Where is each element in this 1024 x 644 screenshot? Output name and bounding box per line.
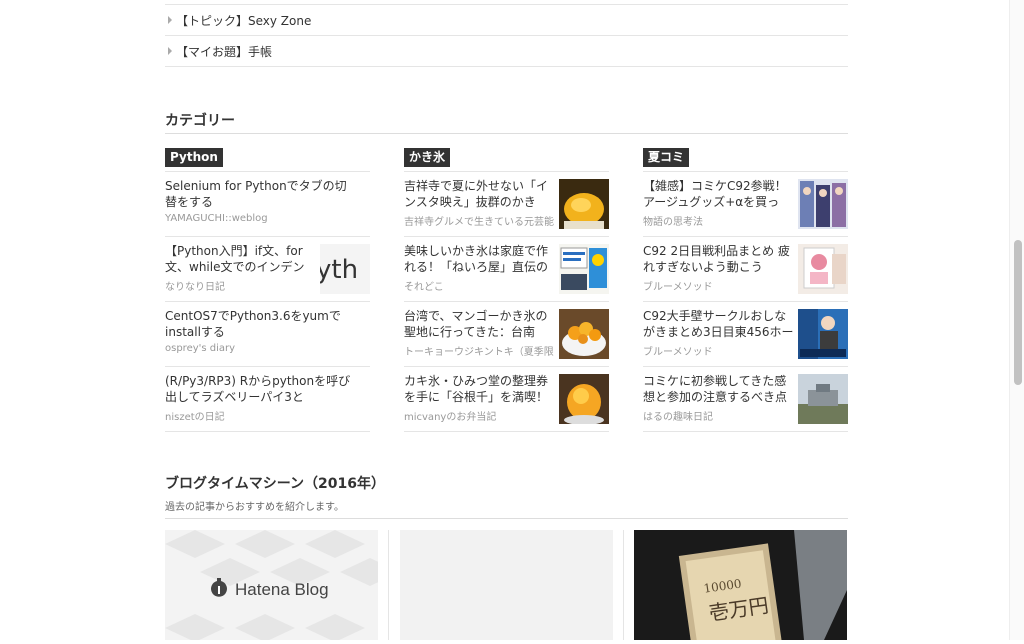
entry-item[interactable]: 吉祥寺で夏に外せない「インスタ映え」抜群のかき 吉祥寺グルメで生きている元芸能: [404, 172, 609, 237]
entry-title[interactable]: 台湾で、マンゴーかき氷の聖地に行ってきた：台南: [404, 308, 556, 340]
category-column-natsukomi: 夏コミ 【雑感】コミケC92参戦！アージュグッズ+αを買っ 物語の思考法 C92…: [643, 146, 848, 432]
entry-item[interactable]: (R/Py3/RP3) Rからpythonを呼び出してラズベリーパイ3とRain…: [165, 367, 370, 432]
entry-thumbnail[interactable]: yth: [320, 244, 370, 294]
divider: [165, 133, 848, 134]
blogtime-card[interactable]: Hatena Blog: [165, 530, 400, 642]
entry-item[interactable]: 【Python入門】if文、for文、while文でのインデン なりなり日記 y…: [165, 237, 370, 302]
topic-label[interactable]: 【マイお題】手帳: [176, 43, 272, 60]
entry-title[interactable]: C92大手壁サークルおしながきまとめ3日目東456ホー: [643, 308, 795, 340]
entry-site[interactable]: はるの趣味日記: [643, 408, 795, 423]
entry-site[interactable]: ブルーメソッド: [643, 343, 795, 358]
entry-thumbnail[interactable]: [559, 179, 609, 229]
entry-item[interactable]: CentOS7でPython3.6をyumでinstallする osprey's…: [165, 302, 370, 367]
topic-list: 【トピック】Sexy Zone 【マイお題】手帳: [165, 4, 848, 67]
entry-title[interactable]: カキ氷・ひみつ堂の整理券を手に「谷根千」を満喫！: [404, 373, 556, 405]
entry-title[interactable]: 吉祥寺で夏に外せない「インスタ映え」抜群のかき: [404, 178, 556, 210]
entry-site[interactable]: 吉祥寺グルメで生きている元芸能: [404, 213, 556, 228]
topic-label[interactable]: 【トピック】Sexy Zone: [176, 12, 311, 29]
category-label[interactable]: Python: [165, 148, 223, 167]
entry-thumbnail[interactable]: [798, 309, 848, 359]
entry-title[interactable]: CentOS7でPython3.6をyumでinstallする: [165, 308, 355, 340]
topic-item[interactable]: 【マイお題】手帳: [165, 36, 848, 67]
entry-site[interactable]: トーキョーウジキントキ（夏季限: [404, 343, 556, 358]
entry-site[interactable]: ブルーメソッド: [643, 278, 795, 293]
blogtime-card[interactable]: [400, 530, 613, 640]
entry-title[interactable]: 【Python入門】if文、for文、while文でのインデン: [165, 243, 317, 275]
scrollbar[interactable]: [1009, 0, 1024, 640]
entry-title[interactable]: Selenium for Pythonでタブの切替をする: [165, 178, 355, 210]
entry-thumbnail[interactable]: [559, 374, 609, 424]
category-label[interactable]: かき氷: [404, 148, 451, 167]
entry-thumbnail[interactable]: [559, 309, 609, 359]
triangle-right-icon: [168, 47, 172, 55]
entry-thumbnail[interactable]: [798, 179, 848, 229]
entry-item[interactable]: Selenium for Pythonでタブの切替をする YAMAGUCHI::…: [165, 172, 370, 237]
entry-title[interactable]: 美味しいかき氷は家庭で作れる！「ねいろ屋」直伝の: [404, 243, 556, 275]
entry-item[interactable]: コミケに初参戦してきた感想と参加の注意するべき点 はるの趣味日記: [643, 367, 848, 432]
entry-item[interactable]: カキ氷・ひみつ堂の整理券を手に「谷根千」を満喫！ micvanyのお弁当記: [404, 367, 609, 432]
divider: [165, 518, 848, 519]
entry-thumbnail[interactable]: [559, 244, 609, 294]
blogtime-description: 過去の記事からおすすめを紹介します。: [165, 502, 344, 513]
category-column-kakigori: かき氷 吉祥寺で夏に外せない「インスタ映え」抜群のかき 吉祥寺グルメで生きている…: [404, 146, 609, 432]
entry-title[interactable]: 【雑感】コミケC92参戦！アージュグッズ+αを買っ: [643, 178, 795, 210]
entry-item[interactable]: 台湾で、マンゴーかき氷の聖地に行ってきた：台南 トーキョーウジキントキ（夏季限: [404, 302, 609, 367]
entry-site[interactable]: 物語の思考法: [643, 213, 795, 228]
entry-item[interactable]: C92 2日目戦利品まとめ 疲れすぎないよう動こう ブルーメソッド: [643, 237, 848, 302]
entry-site[interactable]: osprey's diary: [165, 343, 355, 354]
card-logo-text: Hatena Blog: [235, 580, 329, 599]
category-column-python: Python Selenium for Pythonでタブの切替をする YAMA…: [165, 146, 370, 432]
topic-item[interactable]: 【トピック】Sexy Zone: [165, 5, 848, 36]
entry-site[interactable]: YAMAGUCHI::weblog: [165, 213, 355, 224]
entry-title[interactable]: C92 2日目戦利品まとめ 疲れすぎないよう動こう: [643, 243, 795, 275]
entry-site[interactable]: niszetの日記: [165, 408, 355, 423]
entry-title[interactable]: (R/Py3/RP3) Rからpythonを呼び出してラズベリーパイ3とRain…: [165, 373, 355, 405]
entry-thumbnail[interactable]: [798, 374, 848, 424]
entry-title[interactable]: コミケに初参戦してきた感想と参加の注意するべき点: [643, 373, 795, 405]
blogtime-title: ブログタイムマシーン（2016年）: [165, 476, 385, 492]
svg-text:yth: yth: [320, 255, 358, 285]
category-label[interactable]: 夏コミ: [643, 148, 690, 167]
entry-item[interactable]: 【雑感】コミケC92参戦！アージュグッズ+αを買っ 物語の思考法: [643, 172, 848, 237]
entry-item[interactable]: C92大手壁サークルおしながきまとめ3日目東456ホー ブルーメソッド: [643, 302, 848, 367]
entry-site[interactable]: micvanyのお弁当記: [404, 408, 556, 423]
entry-site[interactable]: それどこ: [404, 278, 556, 293]
scrollbar-thumb[interactable]: [1014, 240, 1022, 385]
entry-item[interactable]: 美味しいかき氷は家庭で作れる！「ねいろ屋」直伝の それどこ: [404, 237, 609, 302]
entry-site[interactable]: なりなり日記: [165, 278, 317, 293]
triangle-right-icon: [168, 16, 172, 24]
divider: [623, 530, 624, 640]
divider: [388, 530, 389, 640]
entry-thumbnail[interactable]: [798, 244, 848, 294]
category-section-title: カテゴリー: [165, 113, 235, 129]
blogtime-card[interactable]: 10000 壱万円: [634, 530, 847, 644]
